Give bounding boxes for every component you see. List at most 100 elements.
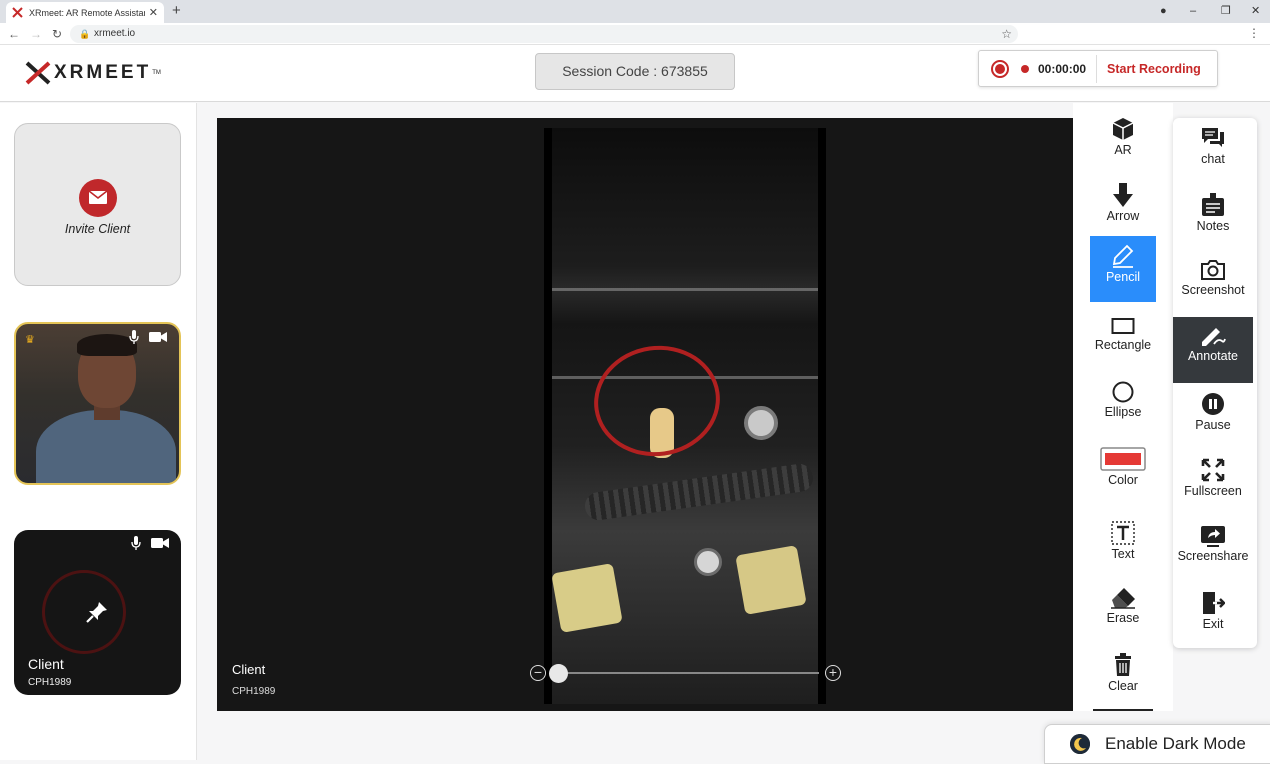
text-icon <box>1111 521 1135 545</box>
reload-icon[interactable]: ↻ <box>52 26 62 42</box>
client-media-icons <box>131 536 169 550</box>
action-screenshare[interactable]: Screenshare <box>1173 517 1253 583</box>
zoom-thumb[interactable] <box>549 664 568 683</box>
microphone-icon[interactable] <box>131 536 141 550</box>
video-camera-icon[interactable] <box>151 537 169 549</box>
forward-icon[interactable]: → <box>30 26 42 42</box>
session-code: Session Code : 673855 <box>535 53 735 90</box>
action-screenshot[interactable]: Screenshot <box>1173 251 1253 317</box>
tool-clear[interactable]: Clear <box>1090 645 1156 711</box>
pause-icon <box>1202 393 1224 415</box>
browser-tab-bar: XRmeet: AR Remote Assistance & ✕ + ● – ❐… <box>0 0 1270 23</box>
action-fullscreen-label: Fullscreen <box>1184 484 1242 498</box>
invite-client-label: Invite Client <box>64 222 131 236</box>
recording-timer: 00:00:00 <box>1038 61 1087 76</box>
tool-pencil[interactable]: Pencil <box>1090 236 1156 302</box>
zoom-out-icon[interactable]: − <box>530 665 546 681</box>
action-pause[interactable]: Pause <box>1173 384 1253 450</box>
screenshare-icon <box>1201 526 1225 547</box>
chat-icon <box>1202 128 1224 147</box>
dark-mode-label: Enable Dark Mode <box>1105 734 1246 753</box>
tool-clear-label: Clear <box>1108 679 1138 693</box>
mail-icon <box>79 179 117 217</box>
client-video-tile[interactable]: Client CPH1989 <box>14 530 181 695</box>
url-field[interactable]: 🔒 xrmeet.io ☆ <box>70 25 1018 43</box>
ar-cube-icon <box>1112 118 1134 140</box>
tool-pencil-label: Pencil <box>1105 270 1141 284</box>
tab-close-icon[interactable]: ✕ <box>149 6 158 19</box>
pencil-icon <box>1112 244 1134 268</box>
back-icon[interactable]: ← <box>8 26 20 42</box>
pinned-icon[interactable] <box>85 600 109 624</box>
video-participant-name: Client <box>232 662 266 677</box>
url-text: xrmeet.io <box>94 28 136 39</box>
bookmark-star-icon[interactable]: ☆ <box>1001 25 1012 43</box>
zoom-in-icon[interactable]: + <box>825 665 841 681</box>
arrow-down-icon <box>1113 183 1133 207</box>
annotation-toolbar: AR Arrow Pencil Rectangle Ellipse Color … <box>1073 103 1173 711</box>
action-notes[interactable]: Notes <box>1173 185 1253 251</box>
host-video-hair <box>77 334 137 356</box>
start-recording-button[interactable]: Start Recording <box>1107 62 1201 76</box>
eraser-icon <box>1111 588 1135 609</box>
divider <box>1096 54 1098 83</box>
color-swatch-icon <box>1100 447 1146 471</box>
toolbar-divider <box>1093 709 1153 711</box>
tool-erase[interactable]: Erase <box>1090 579 1156 645</box>
recording-status-dot <box>1021 64 1029 73</box>
logo-text: XRMEET <box>54 62 152 83</box>
action-annotate[interactable]: Annotate <box>1173 317 1253 383</box>
zoom-slider[interactable]: − + <box>529 664 841 683</box>
client-camera-feed[interactable] <box>544 128 826 704</box>
tool-rectangle[interactable]: Rectangle <box>1090 308 1156 374</box>
tab-title: XRmeet: AR Remote Assistance & <box>29 7 145 18</box>
participants-panel: Invite Client ♛ Client CPH1989 <box>0 103 197 760</box>
action-exit[interactable]: Exit <box>1173 583 1253 649</box>
action-chat[interactable]: chat <box>1173 118 1253 184</box>
recording-panel: 00:00:00 Start Recording <box>978 50 1218 87</box>
zoom-track[interactable] <box>551 672 819 674</box>
logo-trademark: TM <box>152 70 161 76</box>
fullscreen-icon <box>1201 458 1225 482</box>
host-video <box>36 410 176 483</box>
new-tab-icon[interactable]: + <box>172 2 181 20</box>
rectangle-icon <box>1111 318 1135 334</box>
ellipse-icon <box>1112 381 1134 403</box>
feed-bolt <box>744 406 778 440</box>
lock-icon: 🔒 <box>79 29 91 39</box>
minimize-icon[interactable]: – <box>1190 2 1196 20</box>
action-fullscreen[interactable]: Fullscreen <box>1173 450 1253 516</box>
tool-color[interactable]: Color <box>1090 439 1156 505</box>
feed-rail <box>552 288 818 291</box>
tool-ar-label: AR <box>1114 143 1132 157</box>
video-participant-device-id: CPH1989 <box>232 686 276 697</box>
action-pause-label: Pause <box>1195 418 1231 432</box>
profile-icon[interactable]: ● <box>1160 2 1167 20</box>
invite-client-card[interactable]: Invite Client <box>14 123 181 286</box>
tool-color-label: Color <box>1108 473 1138 487</box>
tool-ellipse[interactable]: Ellipse <box>1090 373 1156 439</box>
action-exit-label: Exit <box>1202 617 1224 631</box>
xrmeet-favicon-icon <box>12 7 23 18</box>
action-chat-label: chat <box>1201 152 1225 166</box>
tool-arrow[interactable]: Arrow <box>1090 175 1156 241</box>
window-close-icon[interactable]: ✕ <box>1251 2 1260 20</box>
client-video <box>42 570 126 654</box>
record-toggle-icon[interactable] <box>991 59 1009 78</box>
browser-menu-icon[interactable]: ⋮ <box>1248 26 1260 40</box>
browser-tab[interactable]: XRmeet: AR Remote Assistance & ✕ <box>6 2 164 23</box>
enable-dark-mode-button[interactable]: Enable Dark Mode <box>1044 724 1270 764</box>
main-video-area[interactable]: Client CPH1989 − + <box>217 118 1075 711</box>
action-screenshot-label: Screenshot <box>1181 283 1245 297</box>
trash-icon <box>1115 653 1131 676</box>
maximize-icon[interactable]: ❐ <box>1221 2 1231 20</box>
host-video-tile[interactable]: ♛ <box>14 322 181 485</box>
tool-text[interactable]: Text <box>1090 513 1156 579</box>
video-camera-icon[interactable] <box>149 331 167 343</box>
tool-ar[interactable]: AR <box>1090 109 1156 175</box>
camera-icon <box>1201 260 1225 280</box>
feed-sticker <box>551 563 623 633</box>
feed-sticker <box>735 545 807 615</box>
exit-icon <box>1203 592 1225 614</box>
microphone-icon[interactable] <box>129 330 139 344</box>
